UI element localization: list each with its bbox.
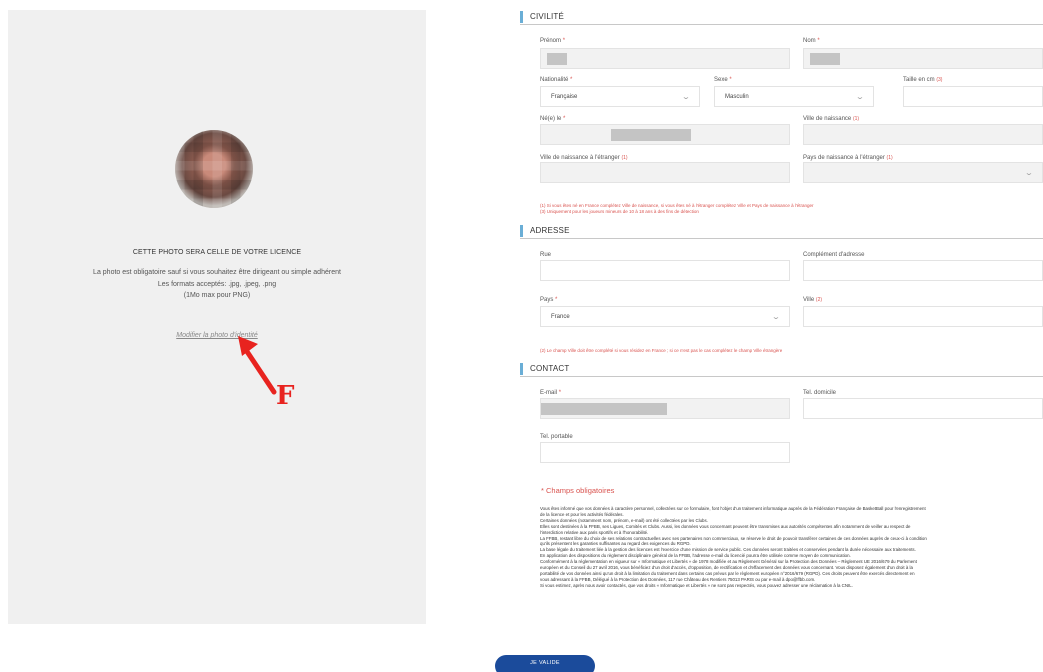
prenom-label: Prénom * [540, 38, 566, 44]
photo-panel-description: La photo est obligatoire sauf si vous so… [8, 267, 426, 302]
ville-naissance-field[interactable] [803, 124, 1043, 145]
section-accent-bar [520, 363, 523, 375]
required-fields-note: * Champs obligatoires [541, 486, 615, 495]
ville-label: Ville (2) [803, 297, 823, 303]
adresse-note: (2) Le champ Ville doit être complété si… [540, 348, 783, 353]
photo-panel: CETTE PHOTO SERA CELLE DE VOTRE LICENCE … [8, 10, 426, 624]
civilite-note: (3) Uniquement pour les joueurs mineurs … [540, 209, 699, 214]
license-form: CIVILITÉ Prénom * Nom * Nationalité * Fr… [520, 0, 1043, 630]
section-header-adresse: ADRESSE [520, 223, 1043, 239]
chevron-down-icon: ⌄ [681, 94, 691, 101]
photo-desc-line: La photo est obligatoire sauf si vous so… [93, 269, 341, 276]
photo-desc-line: Les formats acceptés: .jpg, .jpeg, .png [157, 280, 277, 288]
section-title: CONTACT [530, 364, 570, 373]
section-accent-bar [520, 11, 523, 23]
email-field[interactable] [540, 398, 790, 419]
chevron-down-icon: ⌄ [771, 314, 781, 321]
complement-field[interactable] [803, 260, 1043, 281]
sexe-value: Masculin [725, 94, 749, 100]
prenom-field[interactable] [540, 48, 790, 69]
tel-portable-label: Tel. portable [540, 434, 573, 440]
ne-le-label: Né(e) le * [540, 116, 566, 122]
pays-label: Pays * [540, 297, 558, 303]
modify-photo-link[interactable]: Modifier la photo d'identité [8, 332, 426, 339]
pays-value: France [551, 314, 570, 320]
email-label: E-mail * [540, 390, 562, 396]
sexe-select[interactable]: Masculin ⌄ [714, 86, 874, 107]
ville-field[interactable] [803, 306, 1043, 327]
validate-button[interactable]: JE VALIDE [495, 655, 595, 672]
sexe-label: Sexe * [714, 77, 732, 83]
photo-panel-title: CETTE PHOTO SERA CELLE DE VOTRE LICENCE [132, 249, 302, 256]
taille-field[interactable] [903, 86, 1043, 107]
section-header-contact: CONTACT [520, 361, 1043, 377]
ville-etranger-label: Ville de naissance à l'étranger (1) [540, 155, 628, 161]
profile-photo-avatar [175, 130, 253, 208]
section-title: CIVILITÉ [530, 12, 565, 21]
section-header-civilite: CIVILITÉ [520, 9, 1043, 25]
section-accent-bar [520, 225, 523, 237]
nationalite-select[interactable]: Française ⌄ [540, 86, 700, 107]
nationalite-value: Française [551, 94, 578, 100]
ville-etranger-field[interactable] [540, 162, 790, 183]
pays-etranger-label: Pays de naissance à l'étranger (1) [803, 155, 893, 161]
birth-date-field[interactable] [540, 124, 790, 145]
complement-label: Complément d'adresse [803, 252, 865, 258]
tel-portable-field[interactable] [540, 442, 790, 463]
nom-field[interactable] [803, 48, 1043, 69]
chevron-down-icon: ⌄ [1024, 170, 1034, 177]
nationalite-label: Nationalité * [540, 77, 573, 83]
legal-notice: Vous êtes informé que vos données à cara… [540, 506, 1043, 589]
photo-desc-line: (1Mo max pour PNG) [183, 292, 251, 299]
rue-label: Rue [540, 252, 552, 258]
annotation-letter: F [276, 381, 295, 411]
nom-label: Nom * [803, 38, 820, 44]
taille-label: Taille en cm (3) [903, 77, 943, 83]
rue-field[interactable] [540, 260, 790, 281]
pays-select[interactable]: France ⌄ [540, 306, 790, 327]
tel-domicile-field[interactable] [803, 398, 1043, 419]
section-title: ADRESSE [530, 226, 570, 235]
chevron-down-icon: ⌄ [855, 94, 865, 101]
ville-naissance-label: Ville de naissance (1) [803, 116, 860, 122]
pays-etranger-select[interactable]: ⌄ [803, 162, 1043, 183]
tel-domicile-label: Tel. domicile [803, 390, 837, 396]
legal-line: Si vous estimez, après nous avoir contac… [540, 582, 853, 588]
